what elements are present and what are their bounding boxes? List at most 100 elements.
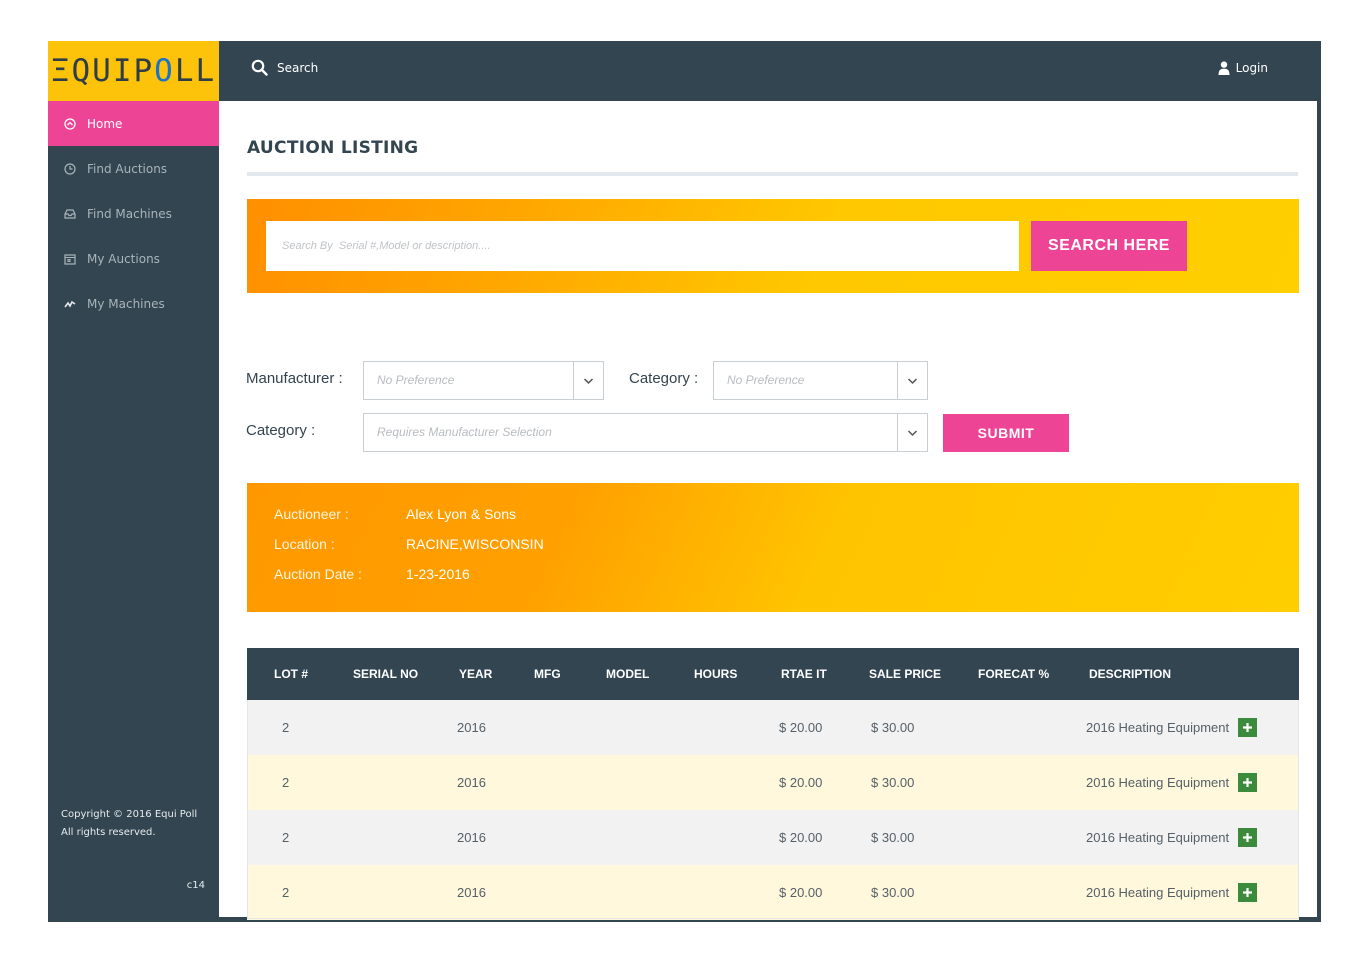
expand-row-button[interactable] bbox=[1238, 773, 1257, 792]
col-header-hours[interactable]: HOURS bbox=[694, 667, 737, 681]
plus-icon bbox=[1243, 833, 1252, 842]
search-panel: SEARCH HERE bbox=[247, 199, 1299, 293]
sidebar-item-home[interactable]: Home bbox=[48, 101, 219, 146]
location-value: RACINE,WISCONSIN bbox=[406, 536, 544, 552]
col-header-year[interactable]: YEAR bbox=[459, 667, 492, 681]
table-header: LOT # SERIAL NO YEAR MFG MODEL HOURS RTA… bbox=[247, 648, 1299, 700]
col-header-mfg[interactable]: MFG bbox=[534, 667, 561, 681]
search-icon bbox=[251, 59, 268, 76]
plus-icon bbox=[1243, 778, 1252, 787]
cell-lot: 2 bbox=[282, 775, 290, 790]
search-input[interactable] bbox=[266, 221, 1019, 271]
chart-line-icon bbox=[63, 297, 77, 311]
cell-year: 2016 bbox=[457, 830, 486, 845]
category-label: Category : bbox=[629, 370, 699, 387]
cell-sale-price: $ 30.00 bbox=[871, 775, 915, 790]
sidebar-item-my-machines[interactable]: My Machines bbox=[48, 281, 219, 326]
category-select-value: No Preference bbox=[727, 373, 805, 387]
col-header-forecast[interactable]: FORECAT % bbox=[978, 667, 1049, 681]
calendar-icon bbox=[63, 252, 77, 266]
sidebar: ΞQUIPOLL Home Find Auctions Find Machine… bbox=[48, 41, 219, 922]
cell-year: 2016 bbox=[457, 885, 486, 900]
table-row[interactable]: 2 2016 $ 20.00 $ 30.00 2016 Heating Equi… bbox=[247, 700, 1299, 755]
auctioneer-row: Auctioneer : Alex Lyon & Sons bbox=[274, 506, 516, 522]
user-icon bbox=[1218, 61, 1230, 75]
manufacturer-label: Manufacturer : bbox=[246, 370, 343, 387]
plus-icon bbox=[1243, 888, 1252, 897]
title-divider bbox=[247, 172, 1298, 176]
col-header-rate[interactable]: RTAE IT bbox=[781, 667, 827, 681]
expand-row-button[interactable] bbox=[1238, 828, 1257, 847]
col-header-description[interactable]: DESCRIPTION bbox=[1089, 667, 1171, 681]
version-label: c14 bbox=[186, 880, 205, 891]
table-row[interactable]: 2 2016 $ 20.00 $ 30.00 2016 Heating Equi… bbox=[247, 810, 1299, 865]
sidebar-nav: Home Find Auctions Find Machines My Auct… bbox=[48, 101, 219, 326]
table-row[interactable]: 2 2016 $ 20.00 $ 30.00 2016 Heating Equi… bbox=[247, 755, 1299, 810]
auction-date-row: Auction Date : 1-23-2016 bbox=[274, 566, 470, 582]
auction-info-panel: Auctioneer : Alex Lyon & Sons Location : R… bbox=[247, 483, 1299, 612]
chevron-down-icon bbox=[897, 414, 927, 451]
cell-description: 2016 Heating Equipment bbox=[1086, 720, 1230, 735]
app-frame: ΞQUIPOLL Home Find Auctions Find Machine… bbox=[48, 41, 1321, 922]
cell-sale-price: $ 30.00 bbox=[871, 885, 915, 900]
sidebar-item-label: Home bbox=[87, 116, 123, 131]
home-icon bbox=[63, 117, 77, 131]
cell-lot: 2 bbox=[282, 830, 290, 845]
main-content: AUCTION LISTING SEARCH HERE Manufacturer… bbox=[219, 101, 1317, 920]
cell-rate: $ 20.00 bbox=[779, 830, 823, 845]
sidebar-item-label: Find Machines bbox=[87, 206, 172, 221]
cell-year: 2016 bbox=[457, 720, 486, 735]
clock-icon bbox=[63, 162, 77, 176]
top-search-label: Search bbox=[277, 60, 319, 75]
top-bar: Search Login bbox=[219, 41, 1321, 101]
sidebar-item-my-auctions[interactable]: My Auctions bbox=[48, 236, 219, 281]
sidebar-item-find-machines[interactable]: Find Machines bbox=[48, 191, 219, 236]
logo[interactable]: ΞQUIPOLL bbox=[48, 41, 219, 101]
copyright: Copyright © 2016 Equi Poll All rights re… bbox=[61, 809, 198, 838]
col-header-model[interactable]: MODEL bbox=[606, 667, 649, 681]
col-header-serial[interactable]: SERIAL NO bbox=[353, 667, 418, 681]
sidebar-item-find-auctions[interactable]: Find Auctions bbox=[48, 146, 219, 191]
auction-date-value: 1-23-2016 bbox=[406, 566, 470, 582]
chevron-down-icon bbox=[897, 362, 927, 399]
cell-sale-price: $ 30.00 bbox=[871, 720, 915, 735]
category-select[interactable]: No Preference bbox=[713, 361, 928, 400]
cell-rate: $ 20.00 bbox=[779, 720, 823, 735]
cell-lot: 2 bbox=[282, 885, 290, 900]
auction-table: LOT # SERIAL NO YEAR MFG MODEL HOURS RTA… bbox=[247, 648, 1299, 920]
col-header-sale-price[interactable]: SALE PRICE bbox=[869, 667, 941, 681]
auctioneer-value: Alex Lyon & Sons bbox=[406, 506, 516, 522]
auction-date-label: Auction Date : bbox=[274, 566, 362, 582]
search-here-button[interactable]: SEARCH HERE bbox=[1031, 221, 1187, 271]
category2-select[interactable]: Requires Manufacturer Selection bbox=[363, 413, 928, 452]
chevron-down-icon bbox=[573, 362, 603, 399]
cell-year: 2016 bbox=[457, 775, 486, 790]
tray-icon bbox=[63, 207, 77, 221]
category2-label: Category : bbox=[246, 422, 316, 439]
col-header-lot[interactable]: LOT # bbox=[274, 667, 308, 681]
top-search-button[interactable]: Search bbox=[251, 59, 318, 76]
cell-description: 2016 Heating Equipment bbox=[1086, 775, 1230, 790]
cell-lot: 2 bbox=[282, 720, 290, 735]
manufacturer-select[interactable]: No Preference bbox=[363, 361, 604, 400]
sidebar-item-label: My Machines bbox=[87, 296, 165, 311]
table-row[interactable]: 2 2016 $ 20.00 $ 30.00 2016 Heating Equi… bbox=[247, 865, 1299, 920]
expand-row-button[interactable] bbox=[1238, 718, 1257, 737]
login-label: Login bbox=[1235, 61, 1268, 75]
submit-button[interactable]: SUBMIT bbox=[943, 414, 1069, 452]
sidebar-item-label: Find Auctions bbox=[87, 161, 168, 176]
plus-icon bbox=[1243, 723, 1252, 732]
sidebar-item-label: My Auctions bbox=[87, 251, 160, 266]
cell-description: 2016 Heating Equipment bbox=[1086, 885, 1230, 900]
cell-rate: $ 20.00 bbox=[779, 885, 823, 900]
auctioneer-label: Auctioneer : bbox=[274, 506, 349, 522]
cell-sale-price: $ 30.00 bbox=[871, 830, 915, 845]
cell-description: 2016 Heating Equipment bbox=[1086, 830, 1230, 845]
expand-row-button[interactable] bbox=[1238, 883, 1257, 902]
logo-text: ΞQUIPOLL bbox=[50, 53, 217, 89]
manufacturer-select-value: No Preference bbox=[377, 373, 455, 387]
page-title: AUCTION LISTING bbox=[247, 138, 419, 158]
login-button[interactable]: Login bbox=[1218, 61, 1268, 75]
category2-select-value: Requires Manufacturer Selection bbox=[377, 425, 552, 439]
cell-rate: $ 20.00 bbox=[779, 775, 823, 790]
